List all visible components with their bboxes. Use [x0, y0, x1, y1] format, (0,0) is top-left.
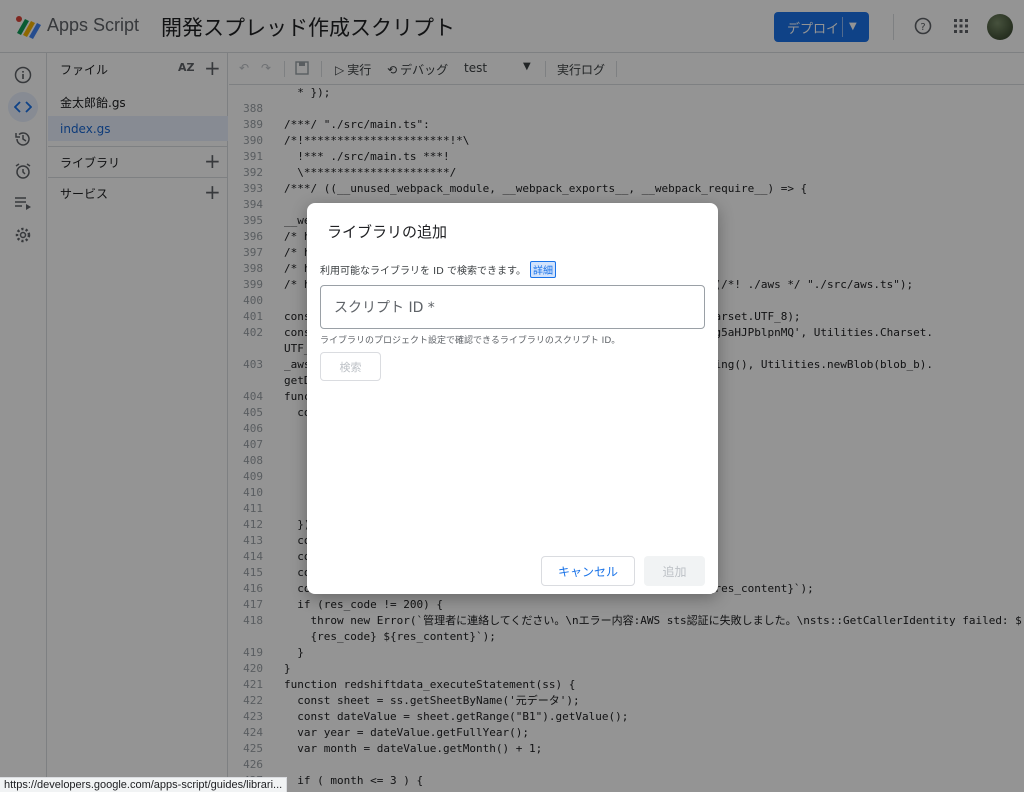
details-link[interactable]: 詳細 — [530, 261, 557, 278]
add-button[interactable]: 追加 — [644, 556, 705, 586]
script-id-placeholder: スクリプト ID * — [334, 300, 435, 316]
dialog-description: 利用可能なライブラリを ID で検索できます。 詳細 — [320, 261, 557, 278]
description-text: 利用可能なライブラリを ID で検索できます。 — [320, 266, 527, 277]
status-url: https://developers.google.com/apps-scrip… — [0, 777, 288, 792]
dialog-title: ライブラリの追加 — [327, 223, 448, 241]
search-button[interactable]: 検索 — [320, 352, 381, 381]
cancel-button[interactable]: キャンセル — [541, 556, 635, 586]
script-id-input[interactable]: スクリプト ID * — [320, 285, 705, 329]
script-id-hint: ライブラリのプロジェクト設定で確認できるライブラリのスクリプト ID。 — [320, 336, 621, 346]
add-library-dialog: ライブラリの追加 利用可能なライブラリを ID で検索できます。 詳細 スクリプ… — [307, 203, 718, 594]
